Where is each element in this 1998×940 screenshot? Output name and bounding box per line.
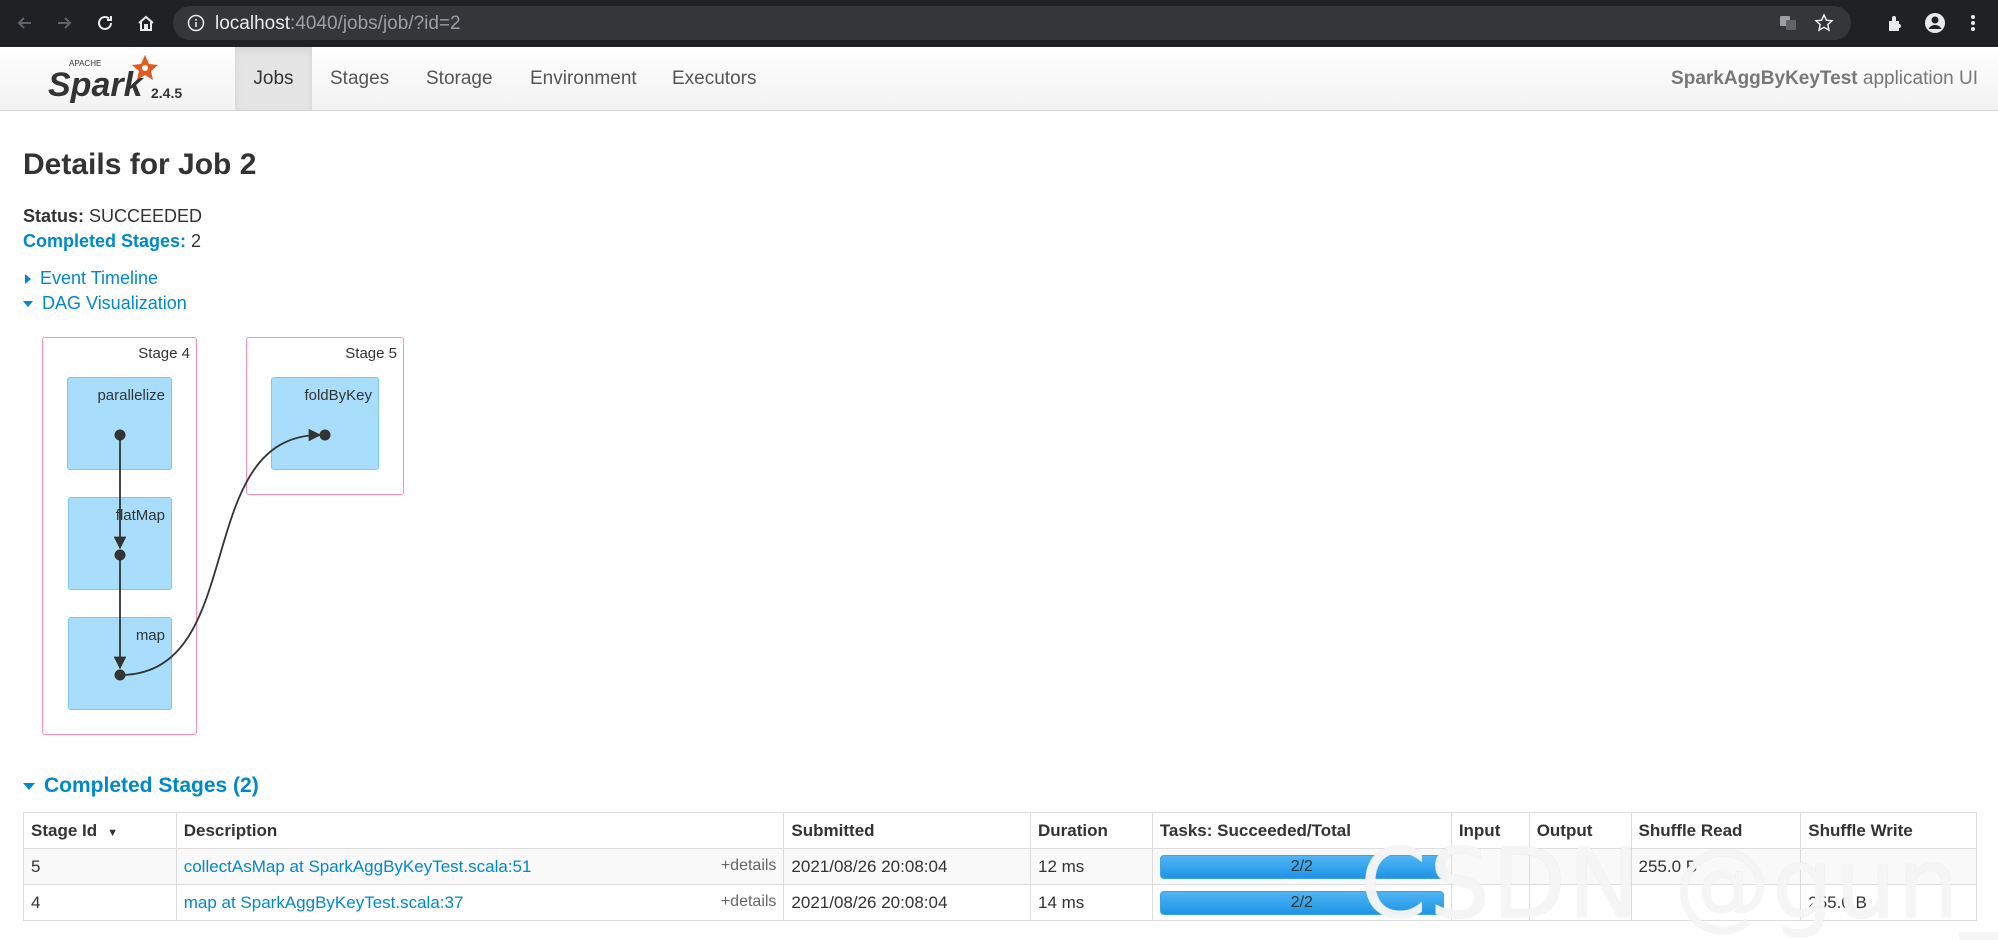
collapse-arrow-icon — [23, 782, 35, 790]
app-suffix: application UI — [1857, 68, 1978, 89]
col-header-description[interactable]: Description — [175, 812, 785, 849]
progress-text: 2/2 — [1290, 893, 1313, 911]
dag-visualization-toggle[interactable]: DAG Visualization — [23, 293, 187, 314]
event-timeline-label: Event Timeline — [40, 268, 159, 288]
tasks-progress-bar: 2/2 — [1159, 890, 1444, 915]
cell-stage-id: 4 — [23, 884, 177, 921]
cell-output — [1528, 884, 1632, 921]
address-bar[interactable]: localhost:4040/jobs/job/?id=2 — [173, 6, 1851, 40]
cell-duration: 12 ms — [1030, 848, 1153, 885]
dag-node-dot — [114, 669, 126, 681]
details-toggle[interactable]: +details — [721, 857, 777, 875]
collapse-arrow-icon — [23, 301, 33, 308]
profile-icon[interactable] — [1920, 8, 1950, 38]
cell-shuffle-write — [1800, 848, 1977, 885]
svg-text:Spark: Spark — [48, 66, 145, 104]
tasks-progress-bar: 2/2 — [1159, 854, 1444, 879]
cell-input — [1450, 884, 1530, 921]
star-icon[interactable] — [1813, 12, 1835, 34]
cell-submitted: 2021/08/26 20:08:04 — [783, 848, 1032, 885]
col-header-shuffle-write[interactable]: Shuffle Write — [1800, 812, 1977, 849]
stage-description-link[interactable]: map at SparkAggByKeyTest.scala:37 — [184, 893, 464, 912]
info-icon[interactable] — [187, 14, 205, 37]
expand-arrow-icon — [25, 274, 31, 285]
tab-environment[interactable]: Environment — [512, 47, 655, 110]
dag-stage-label: Stage 5 — [345, 345, 397, 362]
completed-stages-count: 2 — [186, 231, 202, 251]
cell-shuffle-read — [1630, 884, 1802, 921]
dag-node-dot — [114, 429, 126, 441]
app-name: SparkAggByKeyTest — [1671, 68, 1858, 89]
spark-version: 2.4.5 — [151, 85, 183, 101]
completed-stages-line: Completed Stages: 2 — [23, 231, 201, 252]
dag-stage-label: Stage 4 — [138, 345, 190, 362]
dag-op-label: foldByKey — [304, 387, 372, 404]
app-title: SparkAggByKeyTest application UI — [1671, 47, 1978, 110]
col-header-submitted[interactable]: Submitted — [783, 812, 1032, 849]
tab-jobs[interactable]: Jobs — [235, 47, 312, 110]
col-header-shuffle-read[interactable]: Shuffle Read — [1630, 812, 1802, 849]
dag-op-label: map — [135, 627, 165, 644]
cell-input — [1450, 848, 1530, 885]
spark-navbar: APACHE Spark 2.4.5 Jobs Stages Storage E… — [0, 47, 1998, 111]
reload-icon[interactable] — [90, 8, 120, 38]
cell-shuffle-write: 255.0 B — [1800, 884, 1977, 921]
cell-shuffle-read: 255.0 B — [1630, 848, 1802, 885]
cell-output — [1528, 848, 1632, 885]
stage-description-link[interactable]: collectAsMap at SparkAggByKeyTest.scala:… — [184, 857, 532, 876]
cell-description: collectAsMap at SparkAggByKeyTest.scala:… — [175, 848, 785, 885]
url-host: localhost — [215, 13, 290, 34]
home-icon[interactable] — [131, 8, 161, 38]
col-header-stage-id[interactable]: Stage Id ▼ — [23, 812, 177, 849]
col-header-output[interactable]: Output — [1528, 812, 1632, 849]
completed-stages-header[interactable]: Completed Stages (2) — [23, 774, 259, 798]
col-header-duration[interactable]: Duration — [1030, 812, 1153, 849]
cell-submitted: 2021/08/26 20:08:04 — [783, 884, 1032, 921]
tab-storage[interactable]: Storage — [408, 47, 511, 110]
dag-op-label: flatMap — [115, 507, 165, 524]
back-icon[interactable] — [10, 8, 40, 38]
col-header-input[interactable]: Input — [1450, 812, 1530, 849]
completed-stages-link[interactable]: Completed Stages: — [23, 231, 186, 251]
browser-toolbar: localhost:4040/jobs/job/?id=2 — [0, 0, 1998, 47]
table-row: 4 map at SparkAggByKeyTest.scala:37 +det… — [23, 884, 1977, 921]
url-path: :4040/jobs/job/?id=2 — [290, 13, 461, 34]
dag-op-foldbykey[interactable]: foldByKey — [271, 377, 379, 470]
cell-description: map at SparkAggByKeyTest.scala:37 +detai… — [175, 884, 785, 921]
tab-executors[interactable]: Executors — [654, 47, 774, 110]
event-timeline-toggle[interactable]: Event Timeline — [23, 268, 158, 289]
details-toggle[interactable]: +details — [721, 893, 777, 911]
status-label: Status: — [23, 206, 85, 226]
progress-text: 2/2 — [1290, 857, 1313, 875]
url-text[interactable]: localhost:4040/jobs/job/?id=2 — [215, 13, 461, 35]
status-value: SUCCEEDED — [84, 206, 203, 226]
cell-stage-id: 5 — [23, 848, 177, 885]
col-header-label: Stage Id — [31, 820, 98, 840]
cell-tasks: 2/2 — [1151, 884, 1452, 921]
page-title: Details for Job 2 — [23, 148, 257, 181]
dag-node-dot — [319, 429, 331, 441]
tab-stages[interactable]: Stages — [312, 47, 407, 110]
extensions-icon[interactable] — [1880, 8, 1910, 38]
translate-icon[interactable] — [1777, 12, 1799, 34]
col-header-tasks[interactable]: Tasks: Succeeded/Total — [1151, 812, 1452, 849]
dag-node-dot — [114, 549, 126, 561]
dag-op-label: parallelize — [97, 387, 165, 404]
completed-stages-table: Stage Id ▼ Description Submitted Duration… — [23, 812, 1977, 921]
status-line: Status: SUCCEEDED — [23, 206, 202, 227]
cell-tasks: 2/2 — [1151, 848, 1452, 885]
table-header-row: Stage Id ▼ Description Submitted Duration… — [23, 812, 1977, 849]
forward-icon[interactable] — [49, 8, 79, 38]
table-row: 5 collectAsMap at SparkAggByKeyTest.scal… — [23, 848, 1977, 885]
menu-icon[interactable] — [1958, 8, 1988, 38]
cell-duration: 14 ms — [1030, 884, 1153, 921]
completed-stages-title: Completed Stages (2) — [44, 774, 259, 797]
sort-down-icon: ▼ — [107, 826, 119, 839]
dag-visualization-label: DAG Visualization — [42, 293, 187, 313]
